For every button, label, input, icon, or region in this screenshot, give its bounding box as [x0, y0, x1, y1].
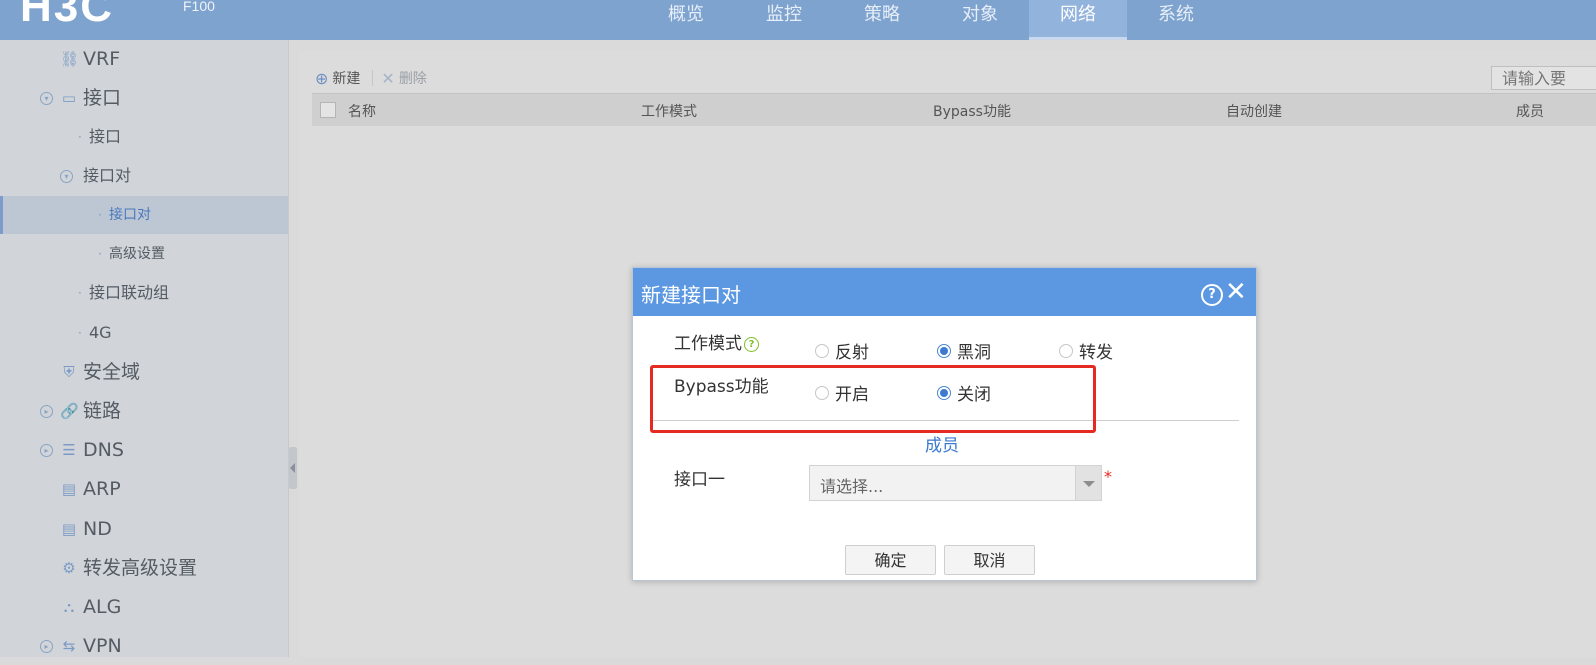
column-members[interactable]: 成员	[1516, 101, 1544, 121]
sidebar-item-advanced-settings[interactable]: · 高级设置	[0, 235, 288, 273]
vpn-icon: ⇆	[62, 637, 76, 655]
brand-logo: H3C	[20, 0, 115, 31]
main-nav: 概览 监控 策略 对象 网络 系统	[637, 0, 1225, 40]
select-all-checkbox[interactable]	[320, 102, 336, 118]
sidebar-item-alg[interactable]: ⛬ ALG	[0, 588, 288, 626]
section-divider	[651, 420, 1239, 421]
sidebar-item-link[interactable]: ▸ 🔗 链路	[0, 392, 288, 430]
radio-work-mode-blackhole[interactable]: 黑洞	[937, 338, 991, 363]
link-icon: 🔗	[60, 402, 79, 420]
close-icon[interactable]: ✕	[1225, 278, 1247, 306]
search-input[interactable]	[1491, 66, 1596, 90]
radio-bypass-off[interactable]: 关闭	[937, 380, 991, 405]
radio-bypass-on[interactable]: 开启	[815, 380, 869, 405]
nd-icon: ▤	[61, 520, 77, 538]
interface1-select[interactable]: 请选择...	[809, 465, 1102, 501]
nav-object[interactable]: 对象	[931, 0, 1029, 40]
nav-policy[interactable]: 策略	[833, 0, 931, 40]
expand-icon[interactable]: ▸	[40, 405, 53, 418]
sidebar-item-nd[interactable]: ▤ ND	[0, 510, 288, 548]
dialog-header: 新建接口对 ? ✕	[633, 268, 1256, 316]
dialog-title: 新建接口对	[641, 283, 741, 307]
nav-network[interactable]: 网络	[1029, 0, 1127, 40]
vrf-icon: ⛓	[60, 50, 80, 68]
column-bypass[interactable]: Bypass功能	[933, 101, 1011, 121]
delete-button[interactable]: ✕ 删除	[381, 68, 426, 88]
sidebar-item-security-zone[interactable]: ⛨ 安全域	[0, 353, 288, 391]
shield-icon: ⛨	[63, 363, 75, 381]
expand-icon[interactable]: ▸	[40, 444, 53, 457]
nav-monitor[interactable]: 监控	[735, 0, 833, 40]
table-header: 名称 工作模式 Bypass功能 自动创建 成员	[312, 93, 1596, 126]
expand-icon[interactable]: ▸	[40, 640, 53, 653]
new-interface-pair-dialog: 新建接口对 ? ✕ 工作模式? 反射 黑洞 转发 Bypass功能 开启 关闭 …	[632, 267, 1257, 581]
toolbar: ⊕ 新建 ✕ 删除	[315, 68, 439, 88]
radio-work-mode-reflect[interactable]: 反射	[815, 338, 869, 363]
sidebar-item-interface-pair-list[interactable]: · 接口对	[0, 196, 288, 234]
sidebar-item-dns[interactable]: ▸ ☰ DNS	[0, 431, 288, 469]
sidebar-item-vpn[interactable]: ▸ ⇆ VPN	[0, 627, 288, 665]
top-bar: H3C F100 概览 监控 策略 对象 网络 系统	[0, 0, 1596, 40]
collapse-icon[interactable]: ▾	[60, 170, 73, 183]
sidebar-item-4g[interactable]: · 4G	[0, 314, 288, 352]
sidebar-collapse-handle[interactable]	[289, 447, 297, 489]
arp-icon: ▤	[61, 480, 77, 498]
work-mode-label: 工作模式?	[674, 329, 759, 354]
new-button[interactable]: ⊕ 新建	[315, 68, 360, 88]
column-name[interactable]: 名称	[348, 101, 376, 121]
toolbar-divider	[372, 70, 374, 86]
nav-overview[interactable]: 概览	[637, 0, 735, 40]
required-mark: *	[1104, 467, 1112, 486]
column-work-mode[interactable]: 工作模式	[641, 101, 697, 121]
interface1-placeholder: 请选择...	[820, 477, 884, 496]
sidebar-item-interface-sub[interactable]: · 接口	[0, 118, 288, 156]
sidebar-item-interface-link-group[interactable]: · 接口联动组	[0, 274, 288, 312]
interface-icon: ▭	[61, 89, 77, 107]
radio-work-mode-forward[interactable]: 转发	[1059, 338, 1113, 363]
sidebar: ⛓ VRF ▾ ▭ 接口 · 接口 ▾ 接口对 · 接口对 · 高级设置 · 接…	[0, 40, 289, 657]
cancel-button[interactable]: 取消	[944, 545, 1035, 575]
ok-button[interactable]: 确定	[845, 545, 936, 575]
sidebar-item-forward-advanced[interactable]: ⚙ 转发高级设置	[0, 549, 288, 587]
alg-icon: ⛬	[63, 598, 75, 616]
hint-icon[interactable]: ?	[744, 337, 759, 352]
chevron-down-icon[interactable]	[1075, 466, 1101, 500]
delete-x-icon: ✕	[381, 68, 395, 88]
help-icon[interactable]: ?	[1201, 284, 1223, 306]
sidebar-item-vrf[interactable]: ⛓ VRF	[0, 40, 288, 78]
plus-circle-icon: ⊕	[315, 68, 329, 88]
bypass-label: Bypass功能	[674, 377, 769, 397]
members-section-title: 成员	[925, 436, 959, 456]
sidebar-item-arp[interactable]: ▤ ARP	[0, 470, 288, 508]
interface1-label: 接口一	[674, 470, 725, 490]
device-model: F100	[183, 0, 215, 14]
forward-settings-icon: ⚙	[62, 559, 76, 577]
sidebar-item-interface[interactable]: ▾ ▭ 接口	[0, 79, 288, 117]
column-auto-create[interactable]: 自动创建	[1226, 101, 1282, 121]
database-icon: ☰	[62, 441, 76, 459]
nav-system[interactable]: 系统	[1127, 0, 1225, 40]
collapse-icon[interactable]: ▾	[40, 92, 53, 105]
sidebar-item-interface-pair[interactable]: ▾ 接口对	[0, 157, 288, 195]
